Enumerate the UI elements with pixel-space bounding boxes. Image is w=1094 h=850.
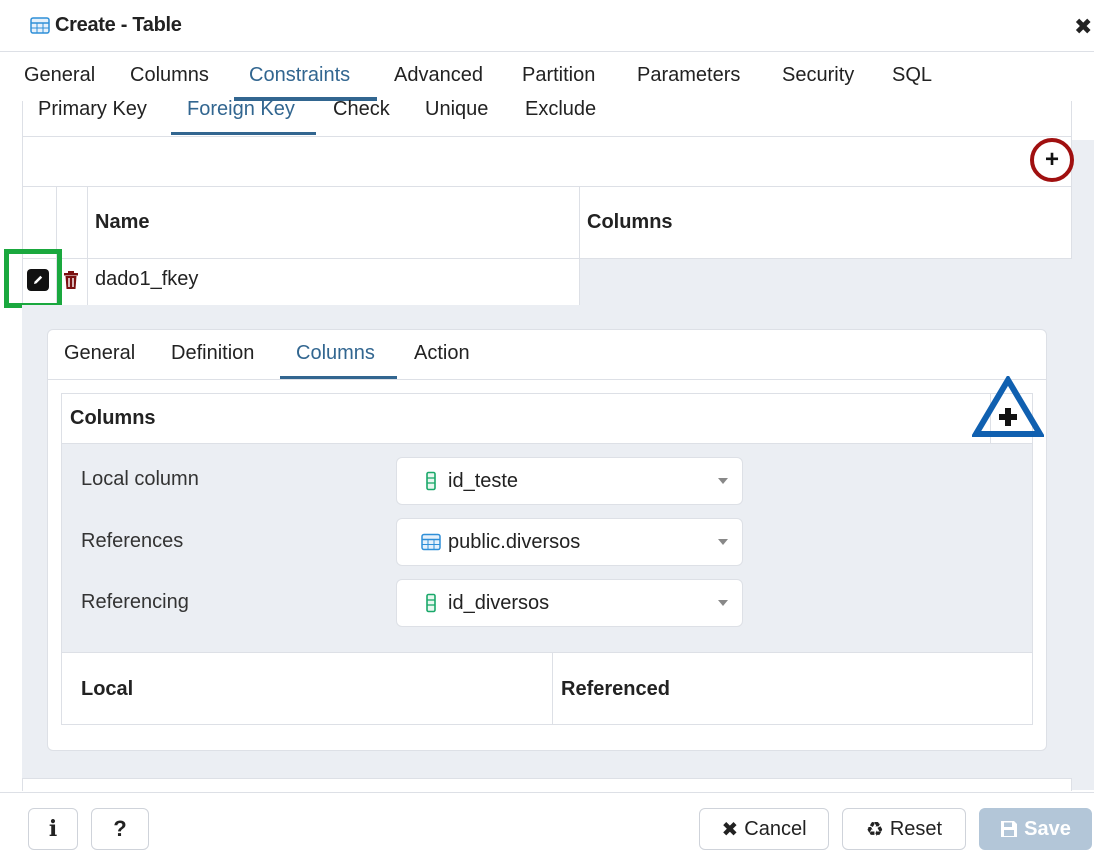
column-icon [426,593,436,613]
cancel-label: Cancel [744,817,807,840]
tab-parameters[interactable]: Parameters [637,64,740,87]
references-select[interactable]: public.diversos [396,518,743,566]
divider [22,778,1072,779]
local-column-label: Local column [81,468,199,490]
local-column-select[interactable]: id_teste [396,457,743,505]
fk-tab-definition[interactable]: Definition [171,342,254,365]
fk-table-header [22,186,1072,259]
column-icon [426,471,436,491]
dialog-title: Create - Table [55,14,182,36]
subtab-exclude[interactable]: Exclude [525,98,596,121]
triangle-highlight-icon [970,374,1046,437]
fk-tab-action[interactable]: Action [414,342,470,365]
trash-icon[interactable] [62,270,80,290]
cancel-button[interactable]: ✖ Cancel [699,808,829,850]
referencing-label: Referencing [81,591,189,613]
edit-icon[interactable] [27,269,49,291]
chevron-down-icon [718,600,728,606]
save-button[interactable]: Save [979,808,1092,850]
help-button[interactable]: ? [91,808,149,850]
row-columns-cell [580,259,1072,305]
scrollbar[interactable] [1072,140,1094,790]
save-label: Save [1024,817,1071,840]
fk-toolbar [22,136,1072,186]
referencing-select[interactable]: id_diversos [396,579,743,627]
active-subtab-indicator [171,132,316,135]
fk-tab-general[interactable]: General [64,342,135,365]
tab-general[interactable]: General [24,64,95,87]
active-fk-tab-indicator [280,376,397,379]
footer-divider [0,792,1094,793]
recycle-icon: ♻ [865,818,884,841]
subtab-foreign-key[interactable]: Foreign Key [187,98,295,121]
local-column-value: id_teste [448,469,519,492]
column-mapping-header [62,652,1032,724]
header-local: Local [81,678,134,700]
header-referenced: Referenced [561,678,670,700]
add-column-button[interactable] [970,374,1046,438]
chevron-down-icon [718,539,728,545]
column-divider [552,652,553,724]
reset-label: Reset [889,817,943,840]
columns-section-title: Columns [70,407,156,429]
info-button[interactable]: i [28,808,78,850]
header-columns: Columns [587,211,673,233]
references-value: public.diversos [448,530,581,553]
subtab-primary-key[interactable]: Primary Key [38,98,147,121]
chevron-down-icon [718,478,728,484]
fk-name-cell: dado1_fkey [95,268,199,290]
table-icon [30,17,50,34]
divider [48,379,1046,380]
add-foreign-key-button[interactable]: + [1030,138,1074,182]
referencing-value: id_diversos [448,591,550,614]
tab-constraints[interactable]: Constraints [249,64,350,87]
tab-advanced[interactable]: Advanced [394,64,483,87]
subtab-check[interactable]: Check [333,98,390,121]
close-icon: ✖ [721,818,739,841]
tab-security[interactable]: Security [782,64,854,87]
tab-partition[interactable]: Partition [522,64,595,87]
tab-columns[interactable]: Columns [130,64,209,87]
floppy-disk-icon [1001,821,1018,837]
tab-sql[interactable]: SQL [892,64,932,87]
references-label: References [81,530,184,552]
table-icon [421,533,441,551]
close-icon[interactable]: ✖ [1074,14,1092,40]
fk-tab-columns[interactable]: Columns [296,342,375,365]
subtab-unique[interactable]: Unique [425,98,488,121]
reset-button[interactable]: ♻ Reset [842,808,966,850]
header-name: Name [95,211,150,233]
columns-section-header [62,394,1032,444]
